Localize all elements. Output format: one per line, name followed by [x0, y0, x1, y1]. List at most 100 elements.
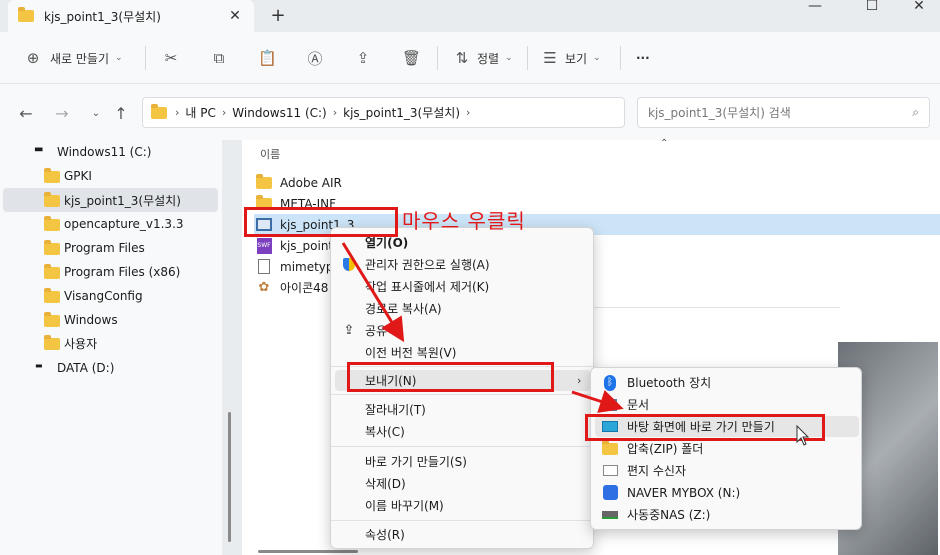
copy-icon: ⧉	[213, 49, 225, 67]
menu-item-cut[interactable]: 잘라내기(T)	[335, 399, 591, 420]
rename-button[interactable]: Ⓐ	[306, 46, 324, 70]
new-tab-button[interactable]: +	[268, 5, 288, 26]
menu-item-label: 경로로 복사(A)	[365, 302, 442, 316]
menu-item-label: 이름 바꾸기(M)	[365, 499, 444, 513]
nav-item-label: Windows	[64, 313, 118, 327]
submenu-item-nas[interactable]: 사동중NAS (Z:)	[595, 504, 859, 525]
more-options-button[interactable]: ···	[636, 46, 650, 70]
submenu-item-label: 편지 수신자	[627, 464, 687, 478]
swf-file-icon: SWF	[256, 237, 272, 254]
annotation-box-send-to	[347, 362, 554, 392]
tab-close-button[interactable]: ✕	[226, 8, 244, 24]
network-drive-icon	[601, 510, 619, 519]
menu-item-run-as-admin[interactable]: 관리자 권한으로 실행(A)	[335, 254, 591, 275]
breadcrumb-folder[interactable]: kjs_point1_3(무설치)	[343, 104, 460, 121]
address-bar[interactable]: › 내 PC › Windows11 (C:) › kjs_point1_3(무…	[142, 97, 754, 128]
sort-button[interactable]: ⇅ 정렬 ⌄	[453, 46, 513, 70]
chevron-down-icon: ⌄	[593, 53, 601, 63]
cut-button[interactable]: ✂	[162, 46, 180, 70]
paste-button[interactable]: 📋	[258, 46, 277, 70]
menu-item-properties[interactable]: 속성(R)	[335, 524, 591, 545]
menu-item-create-shortcut[interactable]: 바로 가기 만들기(S)	[335, 451, 591, 472]
submenu-item-zip[interactable]: 압축(ZIP) 폴더	[595, 438, 859, 459]
nav-item-drive-d[interactable]: ▬ DATA (D:)	[3, 356, 218, 380]
horizontal-scrollbar[interactable]	[258, 550, 358, 553]
nav-item-label: Program Files (x86)	[64, 265, 181, 279]
sort-icon: ⇅	[455, 49, 469, 67]
menu-item-rename[interactable]: 이름 바꾸기(M)	[335, 495, 591, 516]
recent-chevron-icon[interactable]: ⌄	[86, 108, 106, 119]
address-row: ← → ⌄ ↑ › 내 PC › Windows11 (C:) › kjs_po…	[0, 84, 940, 140]
nav-item-opencapture[interactable]: opencapture_v1.3.3	[3, 212, 218, 236]
breadcrumb-this-pc[interactable]: 내 PC	[185, 104, 215, 121]
nav-scrollbar[interactable]	[228, 412, 231, 542]
nav-item-windows[interactable]: Windows	[3, 308, 218, 332]
nav-item-gpki[interactable]: GPKI	[3, 164, 218, 188]
mail-icon	[601, 465, 619, 476]
nav-item-program-files[interactable]: Program Files	[3, 236, 218, 260]
menu-item-share[interactable]: ⇪ 공유	[335, 320, 591, 341]
menu-item-unpin-taskbar[interactable]: 작업 표시줄에서 제거(K)	[335, 276, 591, 297]
share-button[interactable]: ⇪	[354, 46, 372, 70]
menu-item-delete[interactable]: 삭제(D)	[335, 473, 591, 494]
menu-item-label: 복사(C)	[365, 425, 405, 439]
chevron-right-icon: ›	[466, 106, 471, 119]
nav-item-visangconfig[interactable]: VisangConfig	[3, 284, 218, 308]
sort-button-label: 정렬	[477, 51, 500, 66]
menu-item-copy-path[interactable]: 경로로 복사(A)	[335, 298, 591, 319]
submenu-item-documents[interactable]: 문서	[595, 394, 859, 415]
maximize-button[interactable]: ☐	[857, 0, 887, 14]
nav-item-label: Program Files	[64, 241, 145, 255]
navigation-pane: ▬ Windows11 (C:) GPKI kjs_point1_3(무설치) …	[0, 140, 222, 555]
new-button[interactable]: ⊕ 새로 만들기 ⌄	[24, 46, 123, 70]
list-view-icon: ☰	[543, 49, 557, 67]
nav-item-drive-c[interactable]: ▬ Windows11 (C:)	[3, 140, 218, 164]
nav-item-program-files-x86[interactable]: Program Files (x86)	[3, 260, 218, 284]
menu-separator	[331, 520, 593, 521]
chevron-down-icon: ⌄	[115, 53, 123, 63]
chevron-down-icon: ⌄	[505, 53, 513, 63]
column-header-name[interactable]: 이름	[260, 146, 280, 162]
documents-icon	[601, 398, 619, 411]
back-button[interactable]: ←	[16, 104, 36, 123]
nav-item-label: VisangConfig	[64, 289, 143, 303]
up-button[interactable]: ↑	[111, 104, 131, 123]
menu-item-label: 속성(R)	[365, 528, 405, 542]
rename-icon: Ⓐ	[307, 49, 323, 68]
share-icon: ⇪	[343, 323, 355, 338]
submenu-item-bluetooth[interactable]: ᛒ Bluetooth 장치	[595, 372, 859, 393]
toolbar-divider	[527, 46, 528, 70]
toolbar-divider	[437, 46, 438, 70]
file-row[interactable]: Adobe AIR	[254, 172, 940, 193]
submenu-item-label: 문서	[627, 398, 650, 412]
delete-button[interactable]: 🗑	[402, 46, 421, 70]
explorer-tab[interactable]: kjs_point1_3(무설치) ✕	[8, 0, 254, 32]
breadcrumb-drive[interactable]: Windows11 (C:)	[232, 106, 326, 120]
copy-button[interactable]: ⧉	[210, 46, 228, 70]
submenu-item-label: NAVER MYBOX (N:)	[627, 485, 741, 500]
chevron-right-icon: ›	[221, 106, 227, 119]
folder-icon	[18, 7, 34, 22]
folder-icon	[151, 103, 167, 119]
menu-item-restore-versions[interactable]: 이전 버전 복원(V)	[335, 342, 591, 363]
drive-icon: ▬	[34, 144, 44, 155]
annotation-box-desktop-shortcut	[585, 414, 825, 441]
menu-item-copy[interactable]: 복사(C)	[335, 421, 591, 442]
folder-icon	[44, 264, 60, 279]
close-button[interactable]: ✕	[904, 0, 934, 14]
search-box[interactable]: kjs_point1_3(무설치) 검색 ⌕	[637, 97, 930, 128]
submenu-item-mail-recipient[interactable]: 편지 수신자	[595, 460, 859, 481]
nav-item-users[interactable]: 사용자	[3, 331, 218, 355]
zip-folder-icon	[601, 439, 619, 455]
folder-icon	[256, 173, 272, 189]
view-button[interactable]: ☰ 보기 ⌄	[541, 46, 601, 70]
annotation-box-file	[244, 207, 398, 237]
nav-item-label: GPKI	[64, 169, 92, 183]
nav-item-kjs-point[interactable]: kjs_point1_3(무설치)	[3, 188, 218, 212]
forward-button[interactable]: →	[52, 104, 72, 123]
folder-icon	[44, 192, 60, 207]
minimize-button[interactable]: —	[800, 0, 830, 14]
submenu-item-naver-mybox[interactable]: NAVER MYBOX (N:)	[595, 482, 859, 503]
file-name: Adobe AIR	[280, 175, 342, 190]
menu-item-label: 잘라내기(T)	[365, 403, 426, 417]
